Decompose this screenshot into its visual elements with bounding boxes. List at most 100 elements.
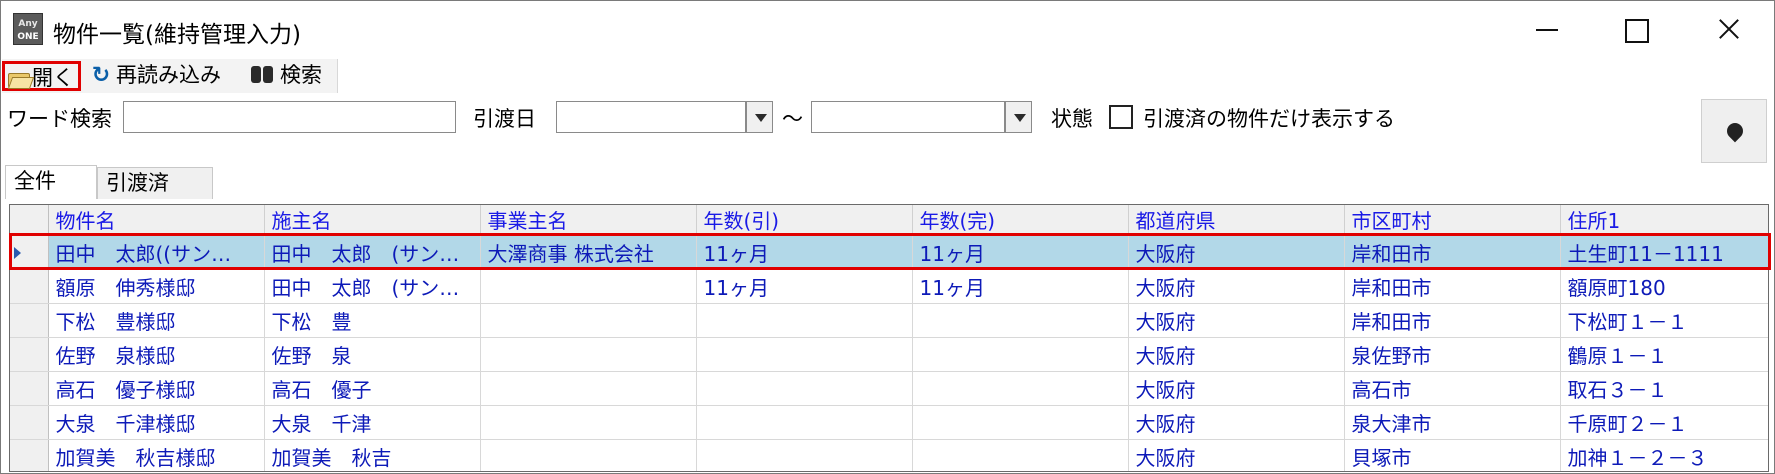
cell-owner-name[interactable]: 佐野 泉: [264, 337, 481, 372]
cell-years-delivered[interactable]: [696, 405, 913, 440]
binoculars-icon: [250, 64, 276, 84]
cell-business-owner[interactable]: [480, 303, 697, 338]
cell-city[interactable]: 貝塚市: [1344, 439, 1561, 471]
cell-years-delivered[interactable]: 11ヶ月: [696, 235, 913, 270]
row-header[interactable]: [10, 235, 49, 270]
cell-owner-name[interactable]: 大泉 千津: [264, 405, 481, 440]
table-row[interactable]: 下松 豊様邸 下松 豊 大阪府 岸和田市 下松町１－１: [10, 303, 1768, 338]
cell-city[interactable]: 泉大津市: [1344, 405, 1561, 440]
cell-prefecture[interactable]: 大阪府: [1128, 405, 1345, 440]
cell-prefecture[interactable]: 大阪府: [1128, 439, 1345, 471]
cell-prefecture[interactable]: 大阪府: [1128, 269, 1345, 304]
cell-property-name[interactable]: 額原 伸秀様邸: [48, 269, 265, 304]
row-header[interactable]: [10, 337, 49, 372]
cell-property-name[interactable]: 下松 豊様邸: [48, 303, 265, 338]
cell-years-completed[interactable]: [912, 371, 1129, 406]
date-range-tilde: ～: [782, 107, 803, 131]
table-row[interactable]: 加賀美 秋吉様邸 加賀美 秋吉 大阪府 貝塚市 加神１－２－３: [10, 439, 1768, 471]
cell-city[interactable]: 岸和田市: [1344, 235, 1561, 270]
cell-years-completed[interactable]: 11ヶ月: [912, 269, 1129, 304]
cell-business-owner[interactable]: [480, 337, 697, 372]
open-button[interactable]: 開く: [2, 61, 81, 91]
cell-owner-name[interactable]: 加賀美 秋吉: [264, 439, 481, 471]
cell-owner-name[interactable]: 下松 豊: [264, 303, 481, 338]
date-to-dropdown-button[interactable]: [1005, 101, 1032, 133]
close-button[interactable]: [1699, 9, 1759, 49]
cell-city[interactable]: 岸和田市: [1344, 303, 1561, 338]
cell-address1[interactable]: 額原町180: [1560, 269, 1768, 304]
cell-property-name[interactable]: 佐野 泉様邸: [48, 337, 265, 372]
column-header-years-delivered[interactable]: 年数(引): [696, 205, 913, 236]
cell-years-delivered[interactable]: [696, 371, 913, 406]
date-from-dropdown-button[interactable]: [746, 101, 773, 133]
cell-owner-name[interactable]: 田中 太郎 (サン…: [264, 235, 481, 270]
cell-property-name[interactable]: 大泉 千津様邸: [48, 405, 265, 440]
row-header[interactable]: [10, 439, 49, 471]
column-header-prefecture[interactable]: 都道府県: [1128, 205, 1345, 236]
reload-button[interactable]: ↻ 再読み込み: [90, 61, 221, 91]
cell-years-delivered[interactable]: 11ヶ月: [696, 269, 913, 304]
cell-owner-name[interactable]: 田中 太郎 (サン…: [264, 269, 481, 304]
row-header[interactable]: [10, 303, 49, 338]
row-header[interactable]: [10, 405, 49, 440]
cell-years-completed[interactable]: [912, 405, 1129, 440]
cell-prefecture[interactable]: 大阪府: [1128, 371, 1345, 406]
pin-button[interactable]: [1701, 99, 1767, 163]
delivered-only-checkbox[interactable]: [1109, 105, 1133, 129]
cell-address1[interactable]: 加神１－２－３: [1560, 439, 1768, 471]
cell-years-delivered[interactable]: [696, 303, 913, 338]
cell-years-delivered[interactable]: [696, 337, 913, 372]
cell-address1[interactable]: 千原町２－１: [1560, 405, 1768, 440]
maximize-button[interactable]: [1605, 9, 1665, 49]
column-header-years-completed[interactable]: 年数(完): [912, 205, 1129, 236]
tab-delivered[interactable]: 引渡済: [97, 167, 213, 199]
cell-years-delivered[interactable]: [696, 439, 913, 471]
tab-all[interactable]: 全件: [5, 165, 97, 199]
column-header-business-owner[interactable]: 事業主名: [480, 205, 697, 236]
cell-business-owner[interactable]: [480, 371, 697, 406]
cell-years-completed[interactable]: [912, 439, 1129, 471]
column-header-owner-name[interactable]: 施主名: [264, 205, 481, 236]
cell-prefecture[interactable]: 大阪府: [1128, 337, 1345, 372]
table-row[interactable]: 田中 太郎((サン… 田中 太郎 (サン… 大澤商事 株式会社 11ヶ月 11ヶ…: [10, 235, 1768, 270]
cell-property-name[interactable]: 高石 優子様邸: [48, 371, 265, 406]
table-row[interactable]: 高石 優子様邸 高石 優子 大阪府 高石市 取石３－１: [10, 371, 1768, 406]
cell-city[interactable]: 泉佐野市: [1344, 337, 1561, 372]
cell-address1[interactable]: 取石３－１: [1560, 371, 1768, 406]
grid-header-row: 物件名 施主名 事業主名 年数(引) 年数(完) 都道府県 市区町村 住所1: [10, 205, 1768, 236]
cell-city[interactable]: 岸和田市: [1344, 269, 1561, 304]
cell-years-completed[interactable]: 11ヶ月: [912, 235, 1129, 270]
row-header[interactable]: [10, 371, 49, 406]
table-row[interactable]: 額原 伸秀様邸 田中 太郎 (サン… 11ヶ月 11ヶ月 大阪府 岸和田市 額原…: [10, 269, 1768, 304]
title-bar[interactable]: Any ONE 物件一覧(維持管理入力): [1, 1, 1774, 57]
cell-business-owner[interactable]: [480, 269, 697, 304]
cell-prefecture[interactable]: 大阪府: [1128, 303, 1345, 338]
cell-years-completed[interactable]: [912, 303, 1129, 338]
cell-owner-name[interactable]: 高石 優子: [264, 371, 481, 406]
cell-property-name[interactable]: 加賀美 秋吉様邸: [48, 439, 265, 471]
row-header[interactable]: [10, 269, 49, 304]
cell-prefecture[interactable]: 大阪府: [1128, 235, 1345, 270]
cell-property-name[interactable]: 田中 太郎((サン…: [48, 235, 265, 270]
row-header-corner: [10, 205, 49, 236]
column-header-address1[interactable]: 住所1: [1560, 205, 1768, 236]
table-row[interactable]: 大泉 千津様邸 大泉 千津 大阪府 泉大津市 千原町２－１: [10, 405, 1768, 440]
cell-business-owner[interactable]: [480, 439, 697, 471]
word-search-label: ワード検索: [7, 107, 112, 131]
cell-business-owner[interactable]: 大澤商事 株式会社: [480, 235, 697, 270]
date-from-input[interactable]: [556, 101, 746, 133]
search-button[interactable]: 検索: [250, 61, 322, 91]
cell-city[interactable]: 高石市: [1344, 371, 1561, 406]
column-header-city[interactable]: 市区町村: [1344, 205, 1561, 236]
date-to-input[interactable]: [811, 101, 1005, 133]
cell-address1[interactable]: 土生町11－1111: [1560, 235, 1768, 270]
word-search-input[interactable]: [123, 101, 456, 133]
minimize-button[interactable]: [1517, 9, 1577, 49]
table-row[interactable]: 佐野 泉様邸 佐野 泉 大阪府 泉佐野市 鶴原１－１: [10, 337, 1768, 372]
cell-address1[interactable]: 下松町１－１: [1560, 303, 1768, 338]
cell-address1[interactable]: 鶴原１－１: [1560, 337, 1768, 372]
reload-button-label: 再読み込み: [116, 63, 221, 87]
cell-years-completed[interactable]: [912, 337, 1129, 372]
cell-business-owner[interactable]: [480, 405, 697, 440]
column-header-property-name[interactable]: 物件名: [48, 205, 265, 236]
